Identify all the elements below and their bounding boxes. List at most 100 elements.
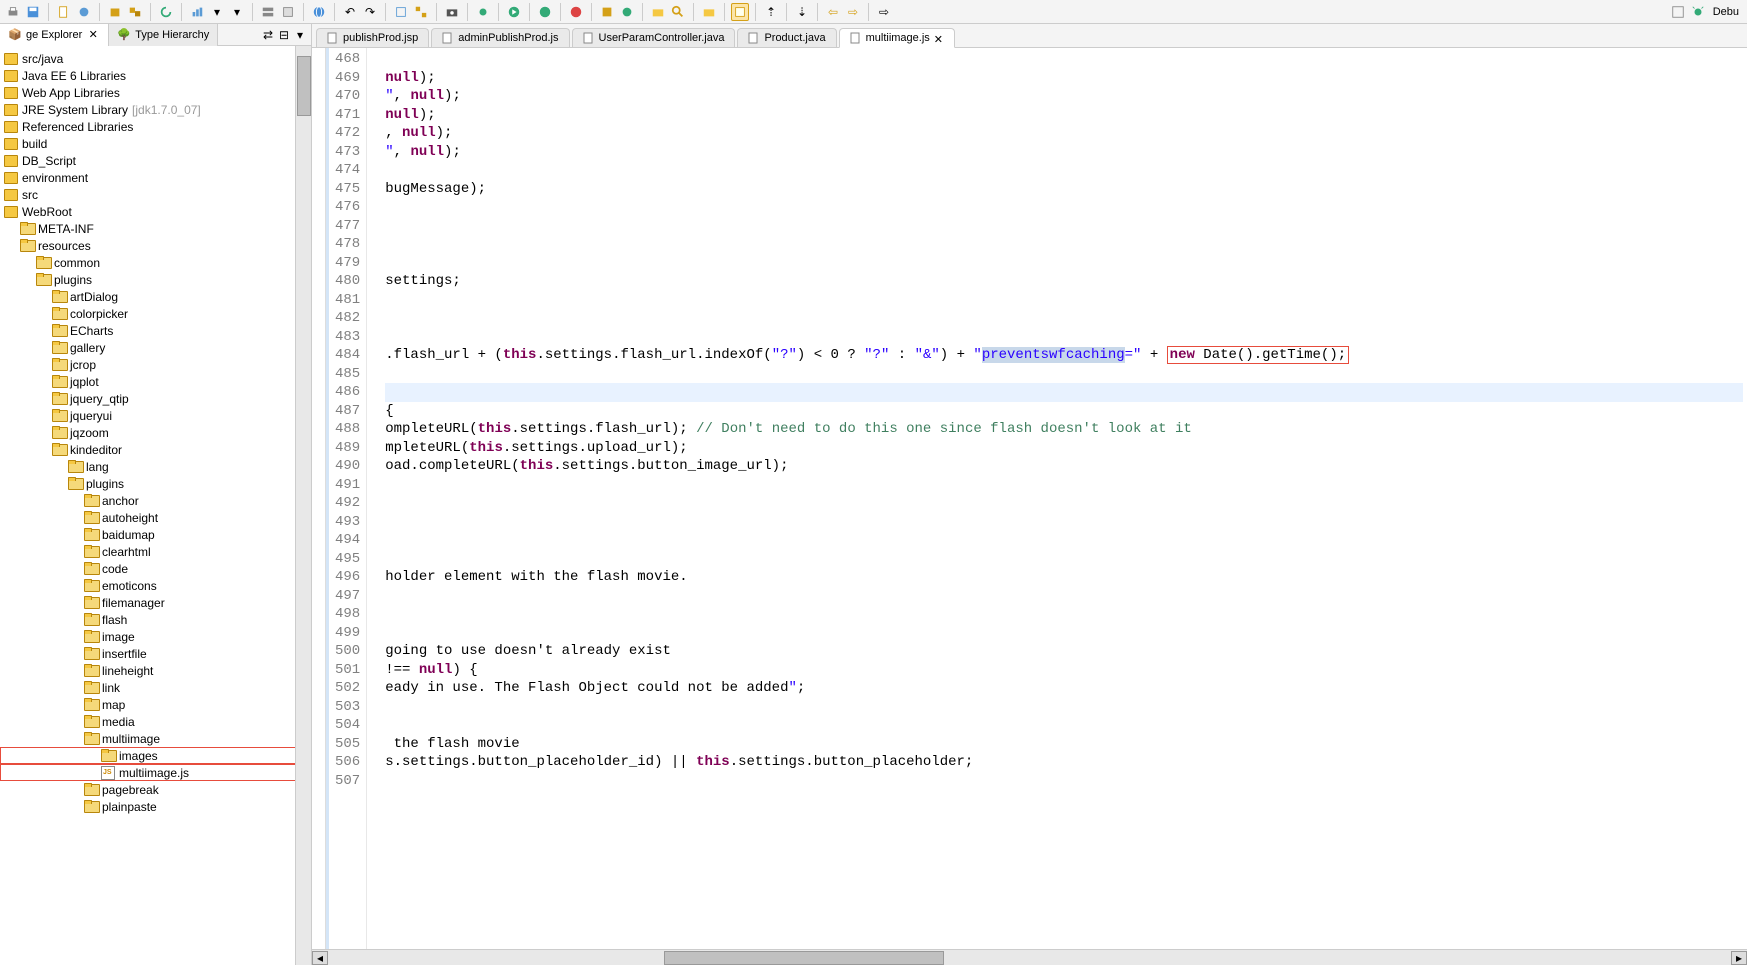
code-line[interactable]: , null);: [385, 124, 1743, 143]
toolbar-search-icon[interactable]: [669, 3, 687, 21]
code-line[interactable]: [385, 587, 1743, 606]
tree-item-anchor[interactable]: anchor: [0, 492, 311, 509]
code-line[interactable]: [385, 531, 1743, 550]
toolbar-packages-icon[interactable]: [126, 3, 144, 21]
tree-item-db-script[interactable]: DB_Script: [0, 152, 311, 169]
tree-item-emoticons[interactable]: emoticons: [0, 577, 311, 594]
tree-item-src[interactable]: src: [0, 186, 311, 203]
tree-item-map[interactable]: map: [0, 696, 311, 713]
tree-item-clearhtml[interactable]: clearhtml: [0, 543, 311, 560]
toolbar-print-icon[interactable]: [4, 3, 22, 21]
tree-item-baidumap[interactable]: baidumap: [0, 526, 311, 543]
code-line[interactable]: [385, 328, 1743, 347]
tree-item-build[interactable]: build: [0, 135, 311, 152]
code-line[interactable]: [385, 513, 1743, 532]
toolbar-new-icon[interactable]: [55, 3, 73, 21]
editor-tab-userparamcontroller-java[interactable]: UserParamController.java: [572, 28, 736, 47]
tree-item-kindeditor[interactable]: kindeditor: [0, 441, 311, 458]
toolbar-build2-icon[interactable]: [618, 3, 636, 21]
code-line[interactable]: holder element with the flash movie.: [385, 568, 1743, 587]
tree-item-image[interactable]: image: [0, 628, 311, 645]
tree-item-jqplot[interactable]: jqplot: [0, 373, 311, 390]
tree-item-environment[interactable]: environment: [0, 169, 311, 186]
code-line[interactable]: [385, 698, 1743, 717]
toolbar-redo-icon[interactable]: ↷: [361, 3, 379, 21]
code-line[interactable]: the flash movie: [385, 735, 1743, 754]
code-area[interactable]: null);", null);null);, null);", null);bu…: [381, 48, 1747, 949]
toolbar-build-icon[interactable]: [598, 3, 616, 21]
tree-item-code[interactable]: code: [0, 560, 311, 577]
tree-item-plugins[interactable]: plugins: [0, 271, 311, 288]
tree-item-link[interactable]: link: [0, 679, 311, 696]
code-line[interactable]: [385, 365, 1743, 384]
close-icon[interactable]: ✕: [934, 33, 944, 43]
scroll-thumb[interactable]: [664, 951, 944, 965]
toolbar-browser-icon[interactable]: [310, 3, 328, 21]
toolbar-package-icon[interactable]: [106, 3, 124, 21]
tree-item-flash[interactable]: flash: [0, 611, 311, 628]
code-line[interactable]: [385, 291, 1743, 310]
tree-item-plugins[interactable]: plugins: [0, 475, 311, 492]
toolbar-back-icon[interactable]: ⇦: [824, 3, 842, 21]
code-line[interactable]: s.settings.button_placeholder_id) || thi…: [385, 753, 1743, 772]
tree-item-src-java[interactable]: src/java: [0, 50, 311, 67]
tree-item-web-app-libraries[interactable]: Web App Libraries: [0, 84, 311, 101]
tree-item-jquery-qtip[interactable]: jquery_qtip: [0, 390, 311, 407]
menu-icon[interactable]: ▾: [293, 28, 307, 42]
tree-item-multiimage-js[interactable]: multiimage.js: [0, 764, 311, 781]
toolbar-chart-icon[interactable]: [188, 3, 206, 21]
code-line[interactable]: {: [385, 402, 1743, 421]
tree-item-filemanager[interactable]: filemanager: [0, 594, 311, 611]
toolbar-perspective-icon[interactable]: [1669, 3, 1687, 21]
toolbar-undo-icon[interactable]: ↶: [341, 3, 359, 21]
code-line[interactable]: [385, 217, 1743, 236]
link-editor-icon[interactable]: ⇄: [261, 28, 275, 42]
toolbar-last-icon[interactable]: ⇨: [875, 3, 893, 21]
tree-item-java-ee-6-libraries[interactable]: Java EE 6 Libraries: [0, 67, 311, 84]
code-line[interactable]: ompleteURL(this.settings.flash_url); // …: [385, 420, 1743, 439]
code-line[interactable]: [385, 624, 1743, 643]
type-hierarchy-tab[interactable]: 🌳 Type Hierarchy: [109, 24, 218, 46]
close-icon[interactable]: ✕: [86, 28, 100, 42]
scroll-left-button[interactable]: ◂: [312, 951, 328, 965]
code-line[interactable]: eady in use. The Flash Object could not …: [385, 679, 1743, 698]
code-line[interactable]: [385, 772, 1743, 791]
tree-item-jqueryui[interactable]: jqueryui: [0, 407, 311, 424]
explorer-scrollbar[interactable]: [295, 46, 311, 965]
tree-item-gallery[interactable]: gallery: [0, 339, 311, 356]
code-line[interactable]: [385, 605, 1743, 624]
toolbar-folder-icon[interactable]: [649, 3, 667, 21]
toolbar-bug-icon[interactable]: [1689, 3, 1707, 21]
toolbar-deploy-icon[interactable]: [279, 3, 297, 21]
tree-item-multiimage[interactable]: multiimage: [0, 730, 311, 747]
toolbar-myeclipse-icon[interactable]: [75, 3, 93, 21]
code-line[interactable]: [385, 198, 1743, 217]
code-line[interactable]: oad.completeURL(this.settings.button_ima…: [385, 457, 1743, 476]
editor-content[interactable]: 4684694704714724734744754764774784794804…: [312, 48, 1747, 949]
toolbar-stats-icon[interactable]: [392, 3, 410, 21]
horizontal-scrollbar[interactable]: ◂ ▸: [312, 949, 1747, 965]
tree-item-media[interactable]: media: [0, 713, 311, 730]
code-line[interactable]: [385, 383, 1743, 402]
toolbar-folder2-icon[interactable]: [700, 3, 718, 21]
code-line[interactable]: [385, 494, 1743, 513]
toolbar-prev-icon[interactable]: ⇡: [762, 3, 780, 21]
toolbar-refresh-icon[interactable]: [157, 3, 175, 21]
tree-item-images[interactable]: images: [0, 747, 311, 764]
toolbar-run-icon[interactable]: [505, 3, 523, 21]
toolbar-pivot-icon[interactable]: [412, 3, 430, 21]
tree-item-insertfile[interactable]: insertfile: [0, 645, 311, 662]
tree-item-common[interactable]: common: [0, 254, 311, 271]
code-line[interactable]: [385, 50, 1743, 69]
code-line[interactable]: .flash_url + (this.settings.flash_url.in…: [385, 346, 1743, 365]
editor-tab-adminpublishprod-js[interactable]: adminPublishProd.js: [431, 28, 569, 47]
toolbar-debug-icon[interactable]: [474, 3, 492, 21]
toolbar-dropdown-icon[interactable]: ▾: [208, 3, 226, 21]
tree-item-jcrop[interactable]: jcrop: [0, 356, 311, 373]
tree-item-artdialog[interactable]: artDialog: [0, 288, 311, 305]
code-line[interactable]: ", null);: [385, 143, 1743, 162]
tree-item-jqzoom[interactable]: jqzoom: [0, 424, 311, 441]
code-line[interactable]: [385, 476, 1743, 495]
collapse-icon[interactable]: ⊟: [277, 28, 291, 42]
editor-tab-multiimage-js[interactable]: multiimage.js✕: [839, 28, 955, 48]
